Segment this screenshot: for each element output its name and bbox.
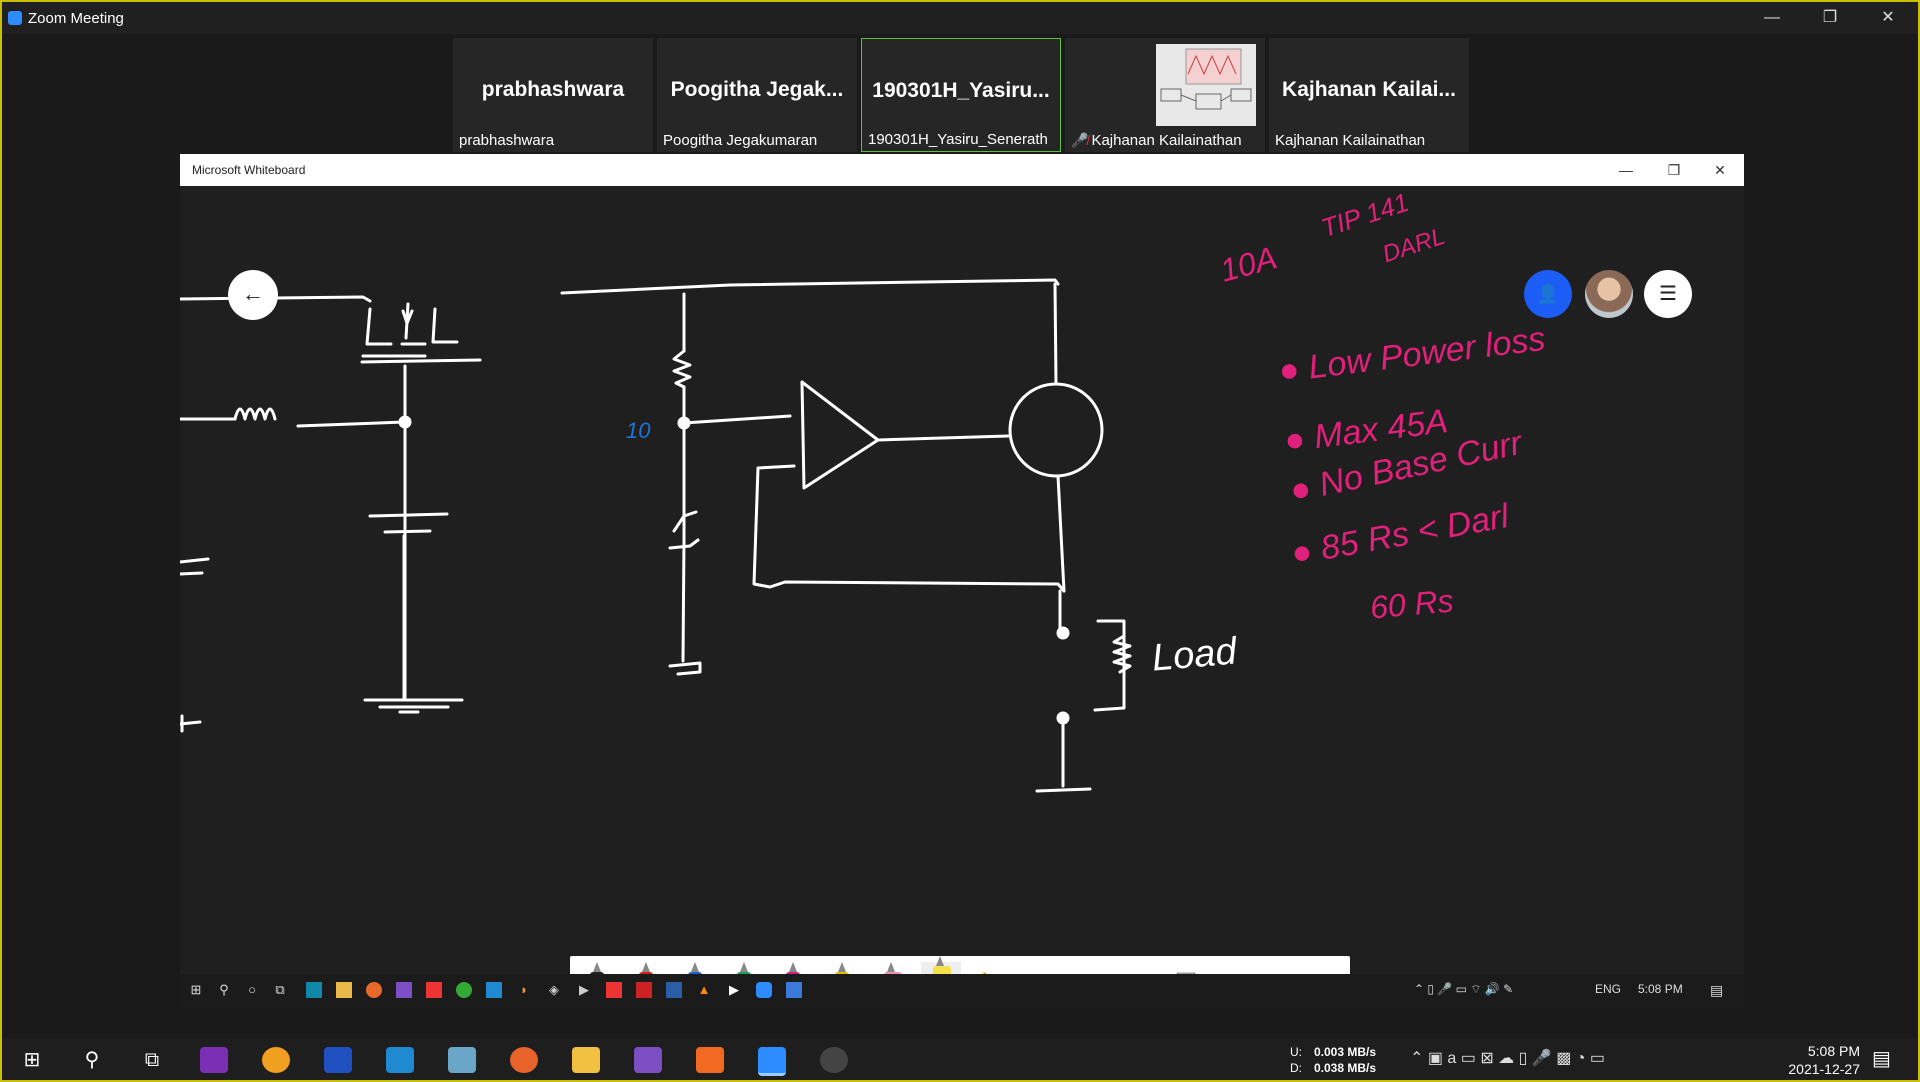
visual-studio-app[interactable] <box>634 1047 662 1073</box>
clock[interactable]: 5:08 PM 2021-12-27 <box>1770 1042 1860 1078</box>
zoom-app[interactable] <box>758 1047 786 1076</box>
windows-start-icon: ⊞ <box>190 982 202 997</box>
restore-button[interactable]: ❐ <box>1810 6 1850 30</box>
participant-display-name: 190301H_Yasiru... <box>872 79 1050 102</box>
notification-icon: ▤ <box>1710 982 1724 998</box>
upload-label: U: <box>1290 1045 1302 1059</box>
zoom-window: Zoom Meeting — ❐ ✕ prabhashwara prabhash… <box>0 0 1920 1082</box>
participant-tile[interactable]: Kajhanan Kailai... Kajhanan Kailainathan <box>1269 38 1469 152</box>
firefox-icon <box>366 982 382 998</box>
participant-display-name: prabhashwara <box>481 78 625 101</box>
minimize-button[interactable]: — <box>1752 6 1792 30</box>
zoom-window-title: Zoom Meeting <box>28 10 124 27</box>
clock-date: 2021-12-27 <box>1788 1061 1860 1077</box>
zoom-titlebar: Zoom Meeting — ❐ ✕ <box>2 2 1918 34</box>
wb-restore-button[interactable]: ❐ <box>1654 158 1694 182</box>
clock-time: 5:08 PM <box>1807 1043 1860 1059</box>
mic-muted-icon: 🎤̸ <box>1071 132 1089 148</box>
vlc-icon: ▲ <box>697 982 711 997</box>
wb-minimize-button[interactable]: — <box>1606 158 1646 182</box>
participant-name-text: Kajhanan Kailainathan <box>1091 132 1242 149</box>
terminal-icon <box>666 982 682 998</box>
app-blue[interactable] <box>324 1047 352 1073</box>
whiteboard-window: Microsoft Whiteboard — ❐ ✕ 10 10A TIP 14… <box>180 154 1744 1006</box>
participant-name: Kajhanan Kailainathan <box>1275 132 1426 149</box>
participant-tile-active[interactable]: 190301H_Yasiru... 190301H_Yasiru_Senerat… <box>861 38 1061 152</box>
download-label: D: <box>1290 1061 1302 1075</box>
whiteboard-icon <box>786 982 802 998</box>
circuit-drawing <box>180 278 1132 793</box>
upload-speed: 0.003 MB/s <box>1314 1045 1377 1059</box>
task-view-icon: ⧉ <box>275 982 285 997</box>
explorer-app[interactable] <box>572 1047 600 1073</box>
onenote-app[interactable] <box>200 1047 228 1073</box>
shared-screen-taskbar: ⊞ ⚲ ○ ⧉ ◗ ◈ ▶ ▲ ▶ ⌃ ▯ 🎤 ▭ ⌔ 🔊 ✎ ENG 5:08… <box>180 974 1744 1006</box>
participant-screen-thumbnail <box>1156 44 1256 126</box>
share-button[interactable]: 👤 <box>1524 270 1572 318</box>
task-view-icon[interactable]: ⧉ <box>132 1043 172 1077</box>
whiteboard-titlebar: Microsoft Whiteboard — ❐ ✕ <box>180 154 1744 186</box>
zoom-icon <box>756 982 772 998</box>
participant-display-name: Kajhanan Kailai... <box>1282 78 1456 101</box>
app-icon: ◗ <box>520 982 528 997</box>
whiteboard-canvas[interactable]: 10 10A TIP 141 DARL ● Low Power loss ● M… <box>180 186 1744 1006</box>
cube-icon: ◈ <box>549 982 559 997</box>
search-icon: ⚲ <box>219 982 229 997</box>
app-icon <box>636 982 652 998</box>
avatar[interactable] <box>1585 270 1633 318</box>
taskbar: ⊞ ⚲ ⧉ U: 0.003 MB/s D: 0.038 MB/s ⌃ ▣ a ▭ … <box>2 1038 1918 1080</box>
firefox-app[interactable] <box>510 1047 538 1073</box>
participant-name: prabhashwara <box>459 132 555 149</box>
participant-tile[interactable]: 🎤̸ Kajhanan Kailainathan <box>1065 38 1265 152</box>
app-icon <box>426 982 442 998</box>
notification-center-icon[interactable]: ▤ <box>1872 1046 1891 1071</box>
tray-icons: ⌃ ▯ 🎤 ▭ ⌔ 🔊 ✎ <box>1414 982 1514 996</box>
tray-icons[interactable]: ⌃ ▣ a ▭ ⊠ ☁ ▯ 🎤 ▩ ◔ ▭ <box>1410 1048 1605 1068</box>
vscode-icon <box>486 982 502 998</box>
menu-button[interactable]: ☰ <box>1644 270 1692 318</box>
media-icon: ▶ <box>729 982 739 997</box>
download-speed: 0.038 MB/s <box>1314 1061 1377 1075</box>
search-icon[interactable]: ⚲ <box>72 1043 112 1077</box>
annotation-ten: 10 <box>626 418 651 443</box>
participant-name: 🎤̸ Kajhanan Kailainathan <box>1071 132 1242 149</box>
remote-lang: ENG <box>1595 982 1622 996</box>
participant-tile[interactable]: Poogitha Jegak... Poogitha Jegakumaran <box>657 38 857 152</box>
office-icon <box>606 982 622 998</box>
participant-tile[interactable]: prabhashwara prabhashwara <box>453 38 653 152</box>
whiteboard-title: Microsoft Whiteboard <box>192 163 306 177</box>
white-ink <box>180 278 1132 793</box>
person-icon: 👤 <box>1536 284 1560 304</box>
wb-close-button[interactable]: ✕ <box>1700 158 1740 182</box>
participant-name: Poogitha Jegakumaran <box>663 132 818 149</box>
annotation-sixty: 60 Rs <box>1368 582 1455 626</box>
participant-display-name: Poogitha Jegak... <box>670 78 844 101</box>
visual-studio-icon <box>396 982 412 998</box>
annotation-load: Load <box>1150 630 1239 680</box>
remote-time: 5:08 PM <box>1638 982 1683 996</box>
windows-start-icon[interactable]: ⊞ <box>12 1043 52 1077</box>
folder-icon <box>336 982 352 998</box>
play-icon: ▶ <box>579 982 589 997</box>
network-speed: U: 0.003 MB/s D: 0.038 MB/s <box>1290 1044 1376 1076</box>
participant-name: 190301H_Yasiru_Senerath <box>868 131 1048 148</box>
diagram-thumbnail <box>1160 48 1252 110</box>
close-button[interactable]: ✕ <box>1868 6 1908 30</box>
app-icon <box>456 982 472 998</box>
fl-studio-app[interactable] <box>262 1047 290 1073</box>
back-button[interactable]: ← <box>228 270 278 320</box>
obs-app[interactable] <box>820 1047 848 1073</box>
cortana-icon: ○ <box>248 982 256 997</box>
app-icon <box>306 982 322 998</box>
app-teal[interactable] <box>448 1047 476 1073</box>
zoom-logo-icon <box>8 11 22 25</box>
vscode-app[interactable] <box>386 1047 414 1073</box>
xampp-app[interactable] <box>696 1047 724 1073</box>
